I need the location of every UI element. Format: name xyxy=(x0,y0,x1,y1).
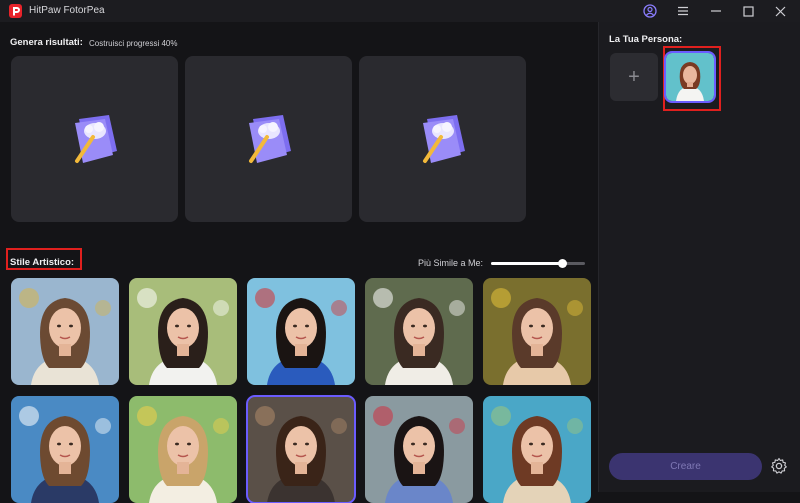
style-business-portrait[interactable] xyxy=(11,396,119,503)
style-beach[interactable] xyxy=(483,396,591,503)
create-button[interactable]: Creare xyxy=(609,453,762,480)
minimize-icon[interactable] xyxy=(707,2,725,20)
similarity-slider[interactable] xyxy=(491,259,585,268)
style-kimono[interactable] xyxy=(365,396,473,503)
style-bride-roses[interactable] xyxy=(365,278,473,385)
results-label: Genera risultati: xyxy=(10,37,83,48)
add-persona-button[interactable]: + xyxy=(610,53,658,101)
result-card-2 xyxy=(185,56,352,222)
close-icon[interactable] xyxy=(771,2,789,20)
app-title: HitPaw FotorPea xyxy=(29,5,105,16)
gear-icon[interactable] xyxy=(770,457,788,475)
main-panel: Genera risultati: Costruisci progressi 4… xyxy=(0,22,598,503)
style-label: Stile Artistico: xyxy=(10,257,75,268)
generating-icon xyxy=(422,115,465,163)
persona-panel: La Tua Persona: + Creare xyxy=(598,22,800,492)
similarity-slider-thumb[interactable] xyxy=(557,259,567,268)
style-flower-field[interactable] xyxy=(129,396,237,503)
style-snow-princess[interactable] xyxy=(247,278,355,385)
style-flower-crown[interactable] xyxy=(483,278,591,385)
style-bridal-garden[interactable] xyxy=(129,278,237,385)
maximize-icon[interactable] xyxy=(739,2,757,20)
persona-title: La Tua Persona: xyxy=(609,34,683,45)
style-studio-portrait[interactable] xyxy=(246,395,356,503)
title-bar: HitPaw FotorPea xyxy=(0,0,800,22)
result-card-1 xyxy=(11,56,178,222)
similarity-slider-fill xyxy=(491,262,562,265)
account-icon[interactable] xyxy=(641,2,659,20)
similarity-label: Più Simile a Me: xyxy=(418,258,484,268)
generating-icon xyxy=(248,115,291,163)
persona-photo[interactable] xyxy=(664,51,716,103)
app-logo-icon xyxy=(9,4,22,18)
style-crown-princess[interactable] xyxy=(11,278,119,385)
menu-icon[interactable] xyxy=(674,2,692,20)
progress-text: Costruisci progressi 40% xyxy=(89,39,178,48)
generating-icon xyxy=(74,115,117,163)
result-card-3 xyxy=(359,56,526,222)
